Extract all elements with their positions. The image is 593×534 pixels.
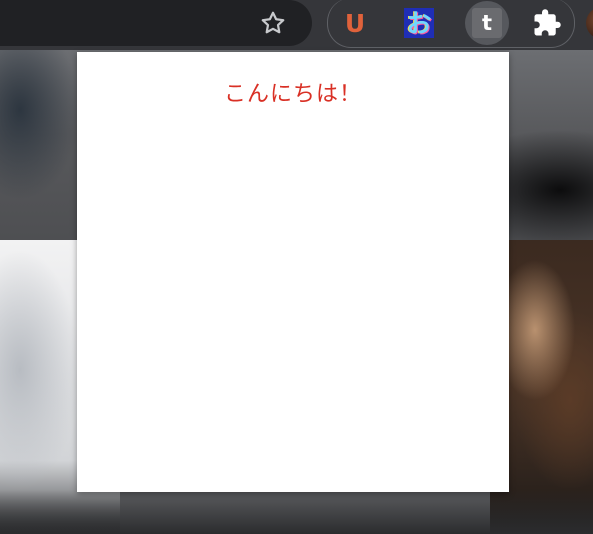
greeting-text: こんにちは！ [223,82,362,107]
star-outline-icon [261,11,285,34]
hiragana-o-extension-icon: お [404,8,434,38]
browser-toolbar: U お t [0,0,593,50]
extensions-menu-button[interactable] [529,5,565,41]
u-extension-icon: U [344,8,366,38]
t-extension-icon: t [472,8,502,38]
u-extension-button[interactable]: U [337,5,373,41]
extension-popup: こんにちは！ [77,52,509,492]
browser-window: U お t こんにちは！ [0,0,593,534]
bookmark-star-button[interactable] [256,6,290,40]
background-image-bottom [0,490,593,534]
profile-avatar-icon[interactable] [586,7,593,39]
hiragana-o-extension-button[interactable]: お [401,5,437,41]
puzzle-piece-icon [534,9,561,36]
t-extension-button[interactable]: t [465,1,509,45]
